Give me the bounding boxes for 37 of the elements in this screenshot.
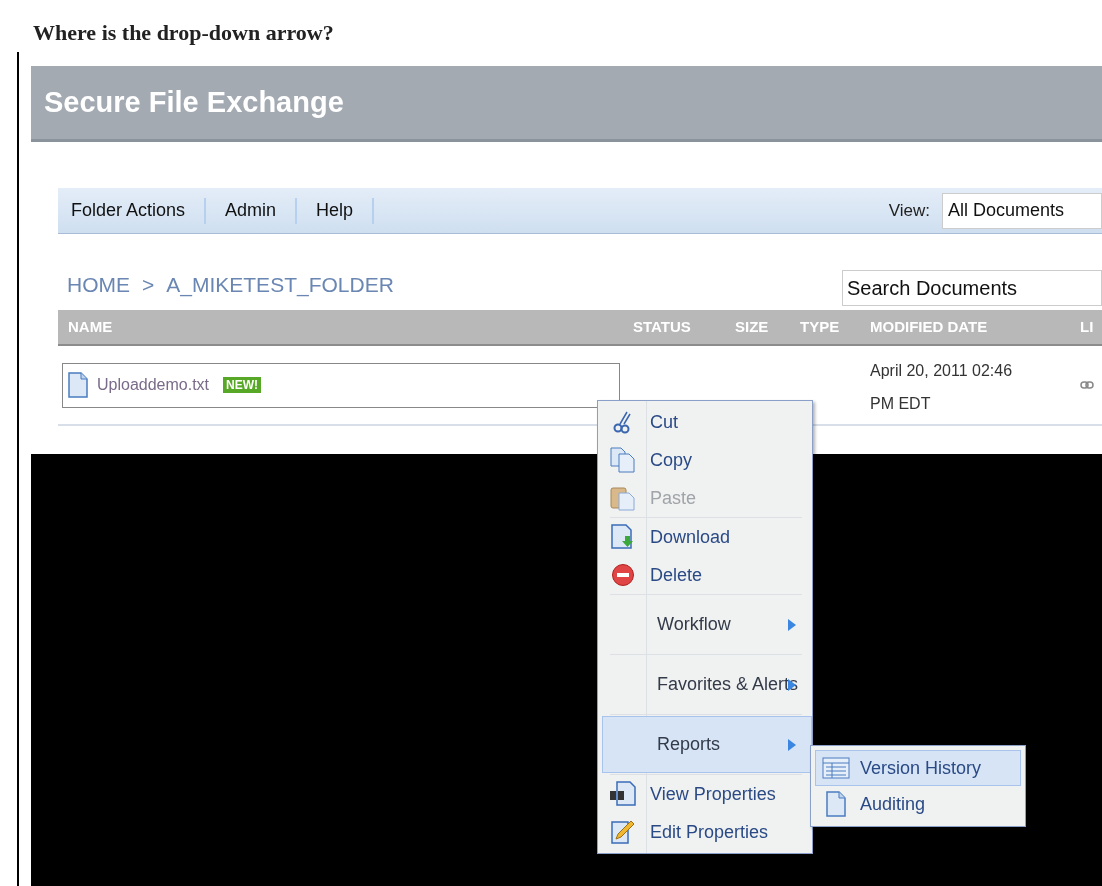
menu-button[interactable]: Help — [303, 197, 367, 224]
modified-date: PM EDT — [870, 394, 932, 414]
breadcrumb-link[interactable]: HOME — [67, 268, 130, 300]
new-badge: NEW! — [223, 377, 262, 393]
delete-icon — [611, 563, 635, 587]
view-dropdown[interactable]: All Documents — [942, 192, 1102, 229]
menu-item[interactable]: Workflow — [602, 596, 812, 653]
search-field[interactable]: Search Documents — [842, 270, 1102, 306]
copy-icon — [610, 447, 636, 473]
menu-item[interactable]: Edit Properties — [602, 813, 812, 851]
view-label: View: — [888, 199, 930, 222]
paste-icon — [610, 485, 636, 511]
menu-item[interactable]: Copy — [602, 441, 812, 479]
menu-item[interactable]: Auditing — [815, 786, 1021, 822]
menu-item[interactable]: Version History — [815, 750, 1021, 786]
menu-item[interactable]: Delete — [602, 556, 812, 594]
app-header: Secure File Exchange — [31, 66, 1102, 142]
table-icon — [822, 757, 850, 779]
file-name[interactable]: Uploaddemo.txt — [97, 373, 210, 397]
link-icon[interactable] — [1080, 380, 1094, 390]
menu-item[interactable]: Reports — [602, 716, 812, 773]
menu-button[interactable]: Folder Actions — [58, 197, 199, 224]
breadcrumb-link[interactable]: A_MIKETEST_FOLDER — [166, 268, 394, 300]
download-icon — [610, 524, 636, 550]
modified-date: April 20, 2011 02:46 — [870, 361, 1014, 381]
submenu-arrow-icon — [787, 737, 797, 752]
scissors-icon — [612, 410, 634, 434]
menu-button[interactable]: Admin — [212, 197, 290, 224]
document-icon — [67, 372, 89, 398]
breadcrumb-separator: > — [142, 271, 155, 298]
pencil-document-icon — [610, 819, 636, 845]
question-text: Where is the drop-down arrow? — [32, 19, 335, 47]
file-name-cell[interactable]: Uploaddemo.txt NEW! — [62, 362, 620, 408]
document-icon — [825, 791, 847, 817]
menu-item[interactable]: Download — [602, 518, 812, 556]
submenu-arrow-icon — [787, 617, 797, 632]
menu-item[interactable]: View Properties — [602, 775, 812, 813]
